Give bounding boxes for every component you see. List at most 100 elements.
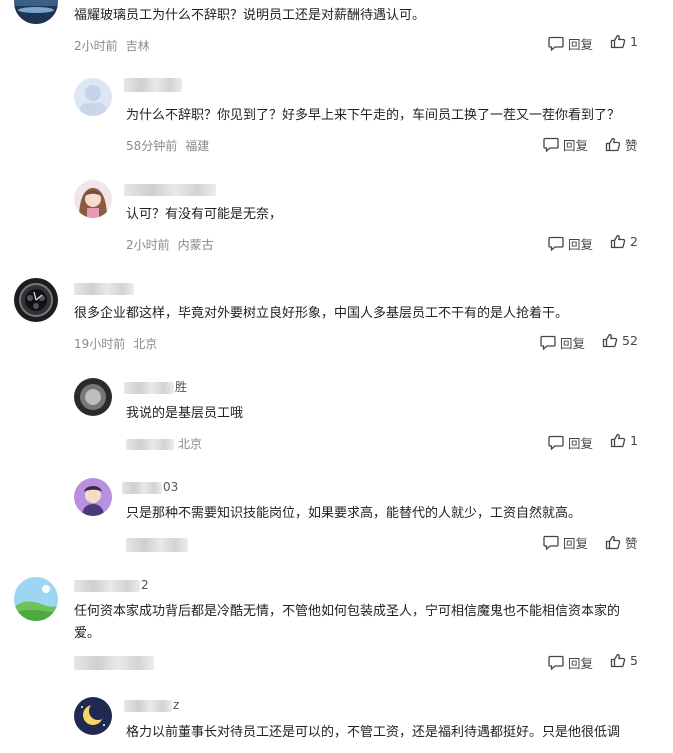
reply-label: 回复 [568, 436, 594, 451]
comment-bubble-icon [543, 137, 559, 152]
comment-actions: 回复 1 [548, 34, 648, 54]
comment-bubble-icon [543, 535, 559, 550]
username[interactable]: z [124, 696, 179, 714]
username-blur [124, 183, 216, 196]
comment-time: 2小时前 [126, 238, 170, 252]
username-suffix: 胜 [175, 380, 188, 394]
comment-bubble-icon [548, 36, 564, 51]
time-blur [126, 537, 188, 552]
thumbs-up-icon [610, 433, 626, 448]
username-blur [124, 381, 174, 394]
comment-text: 只是那种不需要知识技能岗位，如果要求高，能替代的人就少，工资自然就高。 [126, 506, 582, 521]
avatar[interactable] [14, 577, 58, 621]
reply-label: 回复 [568, 37, 594, 52]
like-button[interactable]: 2 [610, 234, 638, 249]
like-count: 1 [630, 433, 638, 448]
comment-meta: 58分钟前 福建 [126, 137, 209, 154]
avatar[interactable] [74, 697, 112, 735]
comment-text: 认可？有没有可能是无奈， [126, 207, 283, 222]
username-suffix: z [173, 698, 180, 712]
comment-text: 福耀玻璃员工为什么不辞职？说明员工还是对薪酬待遇认可。 [74, 8, 426, 23]
username-suffix: 2 [141, 578, 149, 592]
reply-label: 回复 [563, 536, 589, 551]
comment-bubble-icon [548, 655, 564, 670]
time-blur [126, 439, 174, 450]
thumbs-up-icon [602, 333, 618, 348]
reply-button[interactable]: 回复 [548, 433, 593, 452]
avatar[interactable] [14, 278, 58, 322]
reply-button[interactable]: 回复 [543, 135, 588, 154]
comment-location: 福建 [185, 139, 210, 153]
username[interactable] [124, 180, 216, 198]
comment-actions: 回复 赞 [543, 135, 643, 155]
avatar[interactable] [74, 378, 112, 416]
comment-meta: 19小时前 北京 [74, 335, 157, 352]
reply-button[interactable]: 回复 [543, 533, 588, 552]
like-button[interactable]: 5 [610, 653, 638, 668]
username[interactable] [124, 75, 182, 93]
username-blur [124, 77, 182, 92]
comment-text-line2: 爱。 [74, 626, 101, 641]
comment-location: 内蒙古 [177, 238, 214, 252]
comment-text: 我说的是基层员工哦 [126, 406, 244, 421]
comment-time: 58分钟前 [126, 139, 178, 153]
comment-bubble-icon [548, 435, 564, 450]
comment-actions: 回复 赞 [543, 533, 643, 553]
thumbs-up-icon [610, 234, 626, 249]
reply-label: 回复 [568, 237, 594, 252]
avatar[interactable] [74, 478, 112, 516]
like-count: 52 [622, 333, 638, 348]
comment-text: 为什么不辞职？你见到了？好多早上来下午走的，车间员工换了一茬又一茬你看到了？ [126, 108, 621, 123]
username-blur [124, 699, 172, 712]
comment-meta: 北京 [126, 435, 202, 452]
comment-location: 北京 [133, 337, 158, 351]
like-button[interactable]: 赞 [605, 533, 638, 552]
like-label: 赞 [625, 536, 638, 551]
like-button[interactable]: 1 [610, 34, 638, 49]
thumbs-up-icon [605, 137, 621, 152]
reply-label: 回复 [568, 656, 594, 671]
avatar[interactable] [14, 0, 58, 24]
username[interactable] [74, 279, 134, 297]
username[interactable]: 胜 [124, 378, 187, 396]
comment-text: 很多企业都这样，毕竟对外要树立良好形象，中国人多基层员工不干有的是人抢着干。 [74, 306, 569, 321]
comment-text-line1: 任何资本家成功背后都是冷酷无情，不管他如何包装成圣人，宁可相信魔鬼也不能相信资本… [74, 604, 621, 619]
comment-bubble-icon [540, 335, 556, 350]
avatar[interactable] [74, 78, 112, 116]
username-suffix: 03 [163, 480, 179, 494]
reply-button[interactable]: 回复 [548, 234, 593, 253]
like-button[interactable]: 赞 [605, 135, 638, 154]
comment-time: 19小时前 [74, 337, 126, 351]
comment-meta: 2小时前 吉林 [74, 37, 150, 54]
comment-time: 2小时前 [74, 39, 118, 53]
reply-label: 回复 [560, 336, 586, 351]
username[interactable]: 03 [122, 478, 178, 496]
reply-label: 回复 [563, 138, 589, 153]
like-label: 赞 [625, 138, 638, 153]
like-count: 2 [630, 234, 638, 249]
avatar[interactable] [74, 180, 112, 218]
comment-bubble-icon [548, 236, 564, 251]
comment-text: 格力以前董事长对待员工还是可以的，不管工资，还是福利待遇都挺好。只是他很低调 [126, 725, 621, 740]
thumbs-up-icon [610, 653, 626, 668]
comment-meta [126, 537, 188, 552]
like-button[interactable]: 52 [602, 333, 638, 348]
comment-location: 北京 [178, 437, 203, 451]
like-count: 5 [630, 653, 638, 668]
reply-button[interactable]: 回复 [548, 653, 593, 672]
comment-location: 吉林 [125, 39, 150, 53]
reply-button[interactable]: 回复 [548, 34, 593, 53]
like-button[interactable]: 1 [610, 433, 638, 448]
time-blur [74, 655, 154, 670]
thumbs-up-icon [610, 34, 626, 49]
comment-meta [74, 655, 154, 670]
username-blur [74, 282, 134, 295]
username-blur [74, 579, 140, 592]
comment-actions: 回复 52 [540, 333, 650, 353]
reply-button[interactable]: 回复 [540, 333, 585, 352]
like-count: 1 [630, 34, 638, 49]
comment-meta: 2小时前 内蒙古 [126, 236, 214, 253]
username[interactable]: 2 [74, 576, 149, 594]
thumbs-up-icon [605, 535, 621, 550]
username-blur [122, 481, 162, 494]
